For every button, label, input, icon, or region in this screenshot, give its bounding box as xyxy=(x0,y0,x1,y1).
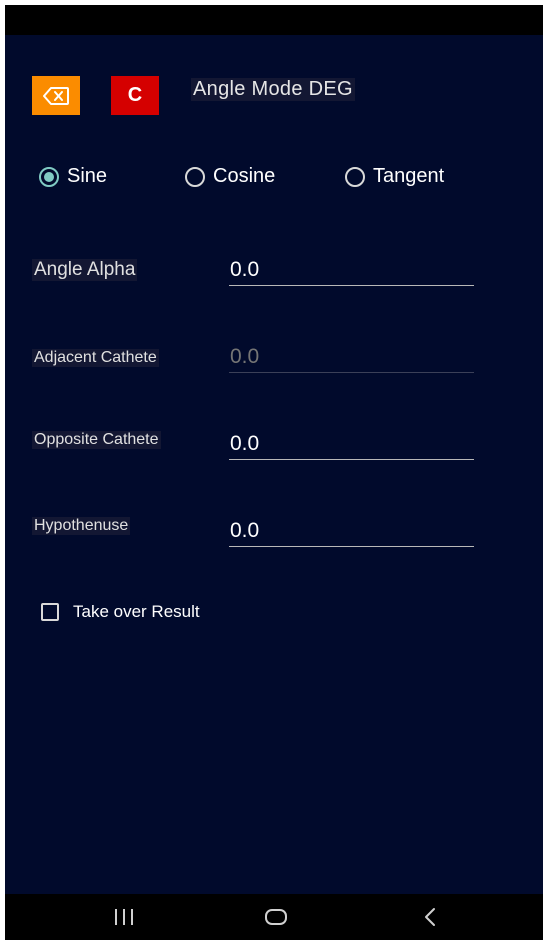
navigation-bar xyxy=(5,894,543,940)
checkbox-unchecked-icon xyxy=(41,603,59,621)
clear-button[interactable]: C xyxy=(111,76,159,115)
radio-tangent[interactable]: Tangent xyxy=(345,165,444,188)
hypothenuse-label: Hypothenuse xyxy=(32,517,131,535)
radio-sine[interactable]: Sine xyxy=(39,165,107,188)
angle-mode-label[interactable]: Angle Mode DEG xyxy=(191,78,355,101)
opposite-cathete-input[interactable] xyxy=(229,429,474,460)
radio-unchecked-icon xyxy=(185,166,205,187)
opposite-cathete-label: Opposite Cathete xyxy=(32,431,161,449)
backspace-button[interactable] xyxy=(32,76,80,115)
recents-button[interactable] xyxy=(94,894,154,940)
radio-label: Cosine xyxy=(213,165,276,187)
function-radio-group: Sine Cosine Tangent xyxy=(39,165,519,191)
angle-alpha-label: Angle Alpha xyxy=(32,259,138,281)
adjacent-cathete-input xyxy=(229,342,474,373)
angle-alpha-input[interactable] xyxy=(229,255,474,286)
radio-cosine[interactable]: Cosine xyxy=(185,165,275,188)
radio-label: Tangent xyxy=(373,165,445,187)
back-button[interactable] xyxy=(400,894,460,940)
home-icon xyxy=(265,909,287,925)
recents-icon xyxy=(115,909,133,925)
back-icon xyxy=(425,908,435,926)
hypothenuse-input[interactable] xyxy=(229,516,474,547)
adjacent-cathete-label: Adjacent Cathete xyxy=(32,349,159,367)
take-over-result-label: Take over Result xyxy=(73,602,200,621)
radio-unchecked-icon xyxy=(345,166,365,187)
radio-label: Sine xyxy=(67,165,108,187)
backspace-icon xyxy=(43,86,69,105)
take-over-result-checkbox[interactable]: Take over Result xyxy=(41,602,200,622)
status-bar xyxy=(5,5,543,35)
home-button[interactable] xyxy=(246,894,306,940)
app-screen: C Angle Mode DEG Sine Cosine Tangent Ang… xyxy=(5,5,543,940)
radio-checked-icon xyxy=(39,166,59,187)
